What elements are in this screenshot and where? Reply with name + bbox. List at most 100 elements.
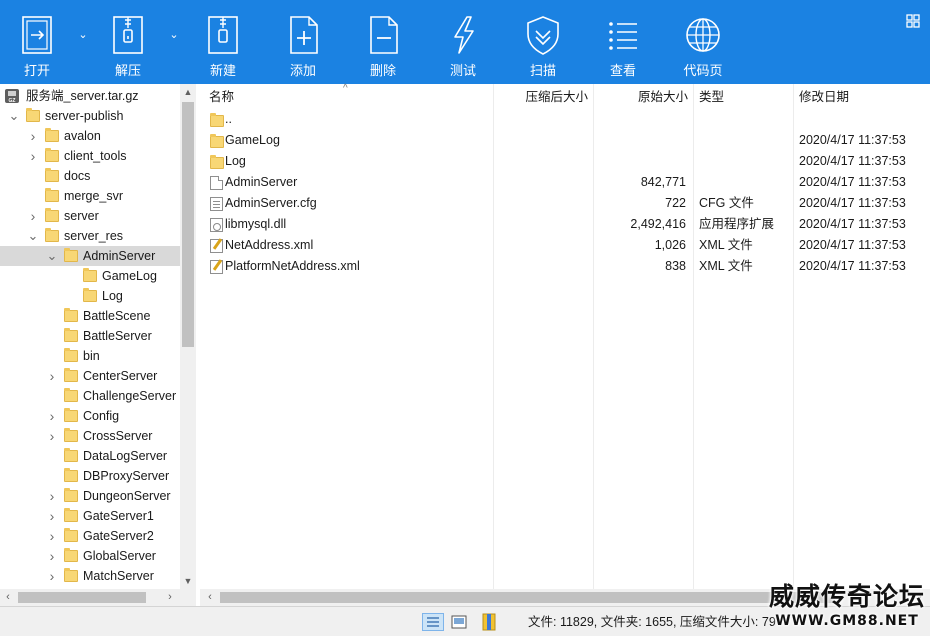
tree-item[interactable]: › MatchServer [0, 566, 180, 586]
collapse-chevron-icon[interactable]: ⌄ [27, 226, 39, 246]
delete-button[interactable]: 删除 [350, 0, 416, 84]
open-button[interactable]: 打开 [4, 0, 70, 84]
codepage-button[interactable]: 代码页 [670, 0, 736, 84]
tree-item[interactable]: › CrossServer [0, 426, 180, 446]
expand-chevron-icon[interactable]: › [46, 426, 58, 446]
tree-item[interactable]: ⌄ AdminServer [0, 246, 180, 266]
file-type: XML 文件 [699, 259, 753, 273]
expand-chevron-icon[interactable]: › [46, 506, 58, 526]
collapse-chevron-icon[interactable]: ⌄ [46, 246, 58, 266]
config-file-icon [210, 197, 223, 211]
tree-vertical-scrollbar[interactable]: ▲ ▼ [180, 84, 196, 589]
column-header-modified[interactable]: 修改日期 [799, 84, 849, 111]
tree-item-label: GateServer2 [83, 529, 154, 543]
extract-button[interactable]: 解压 [95, 0, 161, 84]
scroll-thumb[interactable] [182, 102, 194, 347]
tree-item[interactable]: bin [0, 346, 180, 366]
tree-item[interactable]: DataLogServer [0, 446, 180, 466]
new-label: 新建 [209, 63, 236, 78]
details-view-icon[interactable] [422, 613, 444, 631]
file-original-size: 838 [665, 259, 686, 273]
expand-chevron-icon[interactable]: › [46, 546, 58, 566]
tree-item[interactable]: › Config [0, 406, 180, 426]
file-row[interactable]: libmysql.dll 2,492,416 应用程序扩展 2020/4/17 11:… [200, 214, 930, 235]
scroll-right-arrow[interactable]: › [912, 589, 928, 606]
archive-lock-icon[interactable] [478, 613, 500, 631]
status-text: 文件: 11829, 文件夹: 1655, 压缩文件大小: 79 [528, 615, 776, 629]
scan-button[interactable]: 扫描 [510, 0, 576, 84]
folder-icon [64, 248, 78, 262]
file-row[interactable]: PlatformNetAddress.xml 838 XML 文件 2020/4/17… [200, 256, 930, 277]
scroll-thumb[interactable] [220, 592, 840, 603]
view-button[interactable]: 查看 [590, 0, 656, 84]
column-header-original[interactable]: 原始大小 [593, 84, 688, 111]
file-row[interactable]: GameLog 2020/4/17 11:37:53 [200, 130, 930, 151]
tree-root[interactable]: GZ 服务端_server.tar.gz [0, 86, 180, 106]
file-icon [210, 176, 223, 190]
file-row[interactable]: AdminServer.cfg 722 CFG 文件 2020/4/17 11:37:… [200, 193, 930, 214]
tree-item[interactable]: BattleScene [0, 306, 180, 326]
add-button[interactable]: 添加 [270, 0, 336, 84]
list-horizontal-scrollbar[interactable]: ‹ › [200, 589, 930, 606]
extract-icon [113, 16, 143, 54]
file-original-size: 722 [665, 196, 686, 210]
expand-chevron-icon[interactable]: › [27, 126, 39, 146]
scan-shield-icon [527, 16, 559, 55]
scroll-left-arrow[interactable]: ‹ [202, 589, 218, 606]
column-header-name[interactable]: 名称 [209, 84, 234, 111]
tree-item-label: CrossServer [83, 429, 153, 443]
column-header-type[interactable]: 类型 [699, 84, 724, 111]
tree-item[interactable]: › CenterServer [0, 366, 180, 386]
expand-chevron-icon[interactable]: › [46, 566, 58, 586]
tree-item[interactable]: › client_tools [0, 146, 180, 166]
scroll-left-arrow[interactable]: ‹ [0, 589, 16, 606]
folder-icon [64, 448, 78, 462]
expand-chevron-icon[interactable]: › [46, 486, 58, 506]
tree-item[interactable]: merge_svr [0, 186, 180, 206]
tree-item[interactable]: › GateServer2 [0, 526, 180, 546]
file-row[interactable]: .. [200, 109, 930, 130]
open-dropdown-arrow[interactable]: ⌄ [76, 28, 90, 42]
globe-icon [686, 18, 720, 52]
scroll-down-arrow[interactable]: ▼ [180, 573, 196, 589]
tree-horizontal-scrollbar[interactable]: ‹ › [0, 589, 196, 606]
scroll-up-arrow[interactable]: ▲ [180, 84, 196, 100]
file-row[interactable]: Log 2020/4/17 11:37:53 [200, 151, 930, 172]
tree-item[interactable]: Log [0, 286, 180, 306]
folder-icon [210, 134, 224, 148]
scan-label: 扫描 [529, 63, 556, 78]
file-row[interactable]: AdminServer 842,771 2020/4/17 11:37:53 [200, 172, 930, 193]
view-list-icon [609, 22, 637, 50]
test-icon [454, 16, 474, 54]
tree-item[interactable]: › DungeonServer [0, 486, 180, 506]
collapse-chevron-icon[interactable]: ⌄ [8, 106, 20, 126]
scroll-thumb[interactable] [18, 592, 146, 603]
thumbnail-view-icon[interactable] [448, 613, 470, 631]
tree-item[interactable]: › avalon [0, 126, 180, 146]
tree-item[interactable]: ChallengeServer [0, 386, 180, 406]
tree-item[interactable]: › GateServer1 [0, 506, 180, 526]
layout-grid-icon[interactable] [906, 14, 920, 28]
expand-chevron-icon[interactable]: › [46, 366, 58, 386]
expand-chevron-icon[interactable]: › [27, 146, 39, 166]
test-button[interactable]: 测试 [430, 0, 496, 84]
new-button[interactable]: 新建 [190, 0, 256, 84]
tree-item[interactable]: ⌄ server-publish [0, 106, 180, 126]
file-row[interactable]: NetAddress.xml 1,026 XML 文件 2020/4/17 11:37… [200, 235, 930, 256]
tree-item[interactable]: DBProxyServer [0, 466, 180, 486]
scroll-right-arrow[interactable]: › [162, 589, 178, 606]
column-header-compressed[interactable]: 压缩后大小 [493, 84, 588, 111]
file-name: .. [225, 112, 232, 126]
expand-chevron-icon[interactable]: › [46, 406, 58, 426]
tree-item[interactable]: › GlobalServer [0, 546, 180, 566]
folder-icon [64, 328, 78, 342]
extract-dropdown-arrow[interactable]: ⌄ [167, 28, 181, 42]
tree-item[interactable]: GameLog [0, 266, 180, 286]
expand-chevron-icon[interactable]: › [46, 526, 58, 546]
tree-item[interactable]: BattleServer [0, 326, 180, 346]
tree-item[interactable]: docs [0, 166, 180, 186]
tree-item[interactable]: › server [0, 206, 180, 226]
tree-item[interactable]: ⌄ server_res [0, 226, 180, 246]
file-type: CFG 文件 [699, 196, 754, 210]
expand-chevron-icon[interactable]: › [27, 206, 39, 226]
